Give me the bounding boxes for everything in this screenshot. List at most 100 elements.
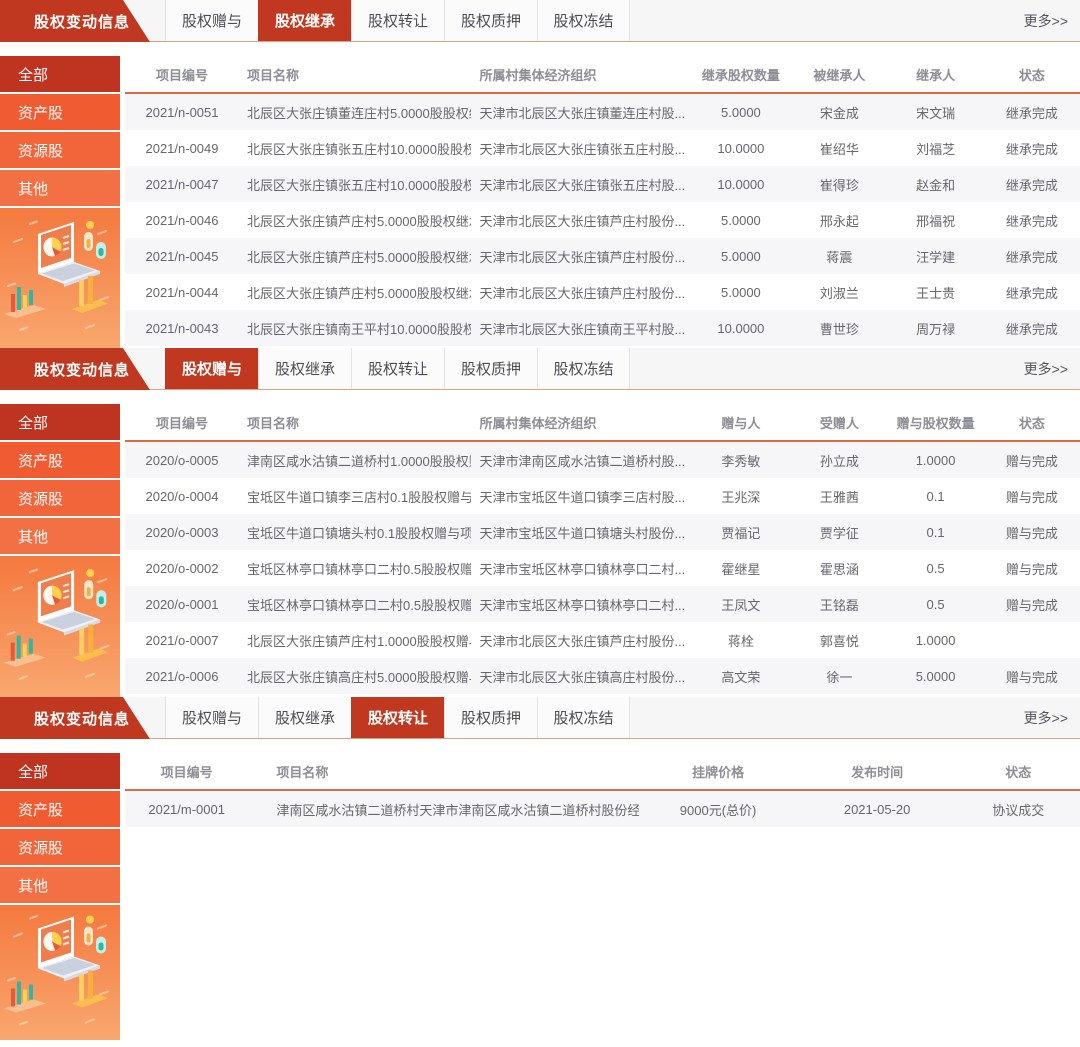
table-cell: 周万禄: [887, 310, 983, 346]
column-header: 项目名称: [239, 404, 471, 441]
column-header: 赠与人: [691, 404, 792, 441]
tab-bar: 股权赠与股权继承股权转让股权质押股权冻结: [165, 0, 630, 41]
tab-股权质押[interactable]: 股权质押: [444, 348, 537, 389]
table-cell: 0.1: [887, 478, 983, 514]
table-cell: 赠与完成: [984, 550, 1080, 586]
table-cell: 2020/o-0001: [125, 586, 239, 622]
table-cell: 霍思涵: [791, 550, 887, 586]
table-cell: 天津市宝坻区林亭口镇林亭口二村...: [471, 550, 690, 586]
table-cell: 2021/m-0001: [125, 790, 248, 827]
section-title-text: 股权变动信息: [34, 359, 130, 380]
laptop-chart-illustration: [0, 208, 120, 348]
sidebar-item-资源股[interactable]: 资源股: [0, 829, 120, 865]
table-row[interactable]: 2021/m-0001津南区咸水沽镇二道桥村天津市津南区咸水沽镇二道桥村股份经.…: [125, 790, 1080, 827]
table-row[interactable]: 2020/o-0002宝坻区林亭口镇林亭口二村0.5股股权赠与...天津市宝坻区…: [125, 550, 1080, 586]
sidebar-item-资产股[interactable]: 资产股: [0, 791, 120, 827]
table-cell: [984, 622, 1080, 658]
table-row[interactable]: 2021/o-0006北辰区大张庄镇高庄村5.0000股股权赠与...天津市北辰…: [125, 658, 1080, 694]
table-row[interactable]: 2021/n-0047北辰区大张庄镇张五庄村10.0000股股权继...天津市北…: [125, 166, 1080, 202]
table-cell: 高文荣: [691, 658, 792, 694]
table-cell: 北辰区大张庄镇芦庄村5.0000股股权继承...: [239, 274, 471, 310]
table-cell: 天津市津南区咸水沽镇二道桥村股...: [471, 441, 690, 478]
table-cell: 霍继星: [691, 550, 792, 586]
table-row[interactable]: 2020/o-0005津南区咸水沽镇二道桥村1.0000股股权赠...天津市津南…: [125, 441, 1080, 478]
tab-股权转让[interactable]: 股权转让: [351, 697, 444, 738]
sidebar-item-全部[interactable]: 全部: [0, 56, 120, 92]
column-header: 挂牌价格: [639, 753, 798, 790]
table-cell: 崔绍华: [791, 130, 887, 166]
more-link[interactable]: 更多>>: [1024, 708, 1068, 728]
table-cell: 赵金和: [887, 166, 983, 202]
mini-bar-chart: [4, 636, 46, 667]
tab-股权冻结[interactable]: 股权冻结: [537, 348, 630, 389]
table-row[interactable]: 2020/o-0001宝坻区林亭口镇林亭口二村0.5股股权赠与...天津市宝坻区…: [125, 586, 1080, 622]
column-header: 赠与股权数量: [887, 404, 983, 441]
table-cell: 天津市宝坻区林亭口镇林亭口二村...: [471, 586, 690, 622]
sidebar-item-其他[interactable]: 其他: [0, 170, 120, 206]
table-row[interactable]: 2021/n-0043北辰区大张庄镇南王平村10.0000股股权继...天津市北…: [125, 310, 1080, 346]
table-cell: 宝坻区林亭口镇林亭口二村0.5股股权赠与...: [239, 550, 471, 586]
table-cell: 北辰区大张庄镇高庄村5.0000股股权赠与...: [239, 658, 471, 694]
more-link[interactable]: 更多>>: [1024, 11, 1068, 31]
table-cell: 蒋栓: [691, 622, 792, 658]
more-link[interactable]: 更多>>: [1024, 359, 1068, 379]
table-cell: 天津市北辰区大张庄镇张五庄村股...: [471, 130, 690, 166]
table-cell: 宝坻区牛道口镇塘头村0.1股股权赠与项目: [239, 514, 471, 550]
table-cell: 宋金成: [791, 93, 887, 130]
table-cell: 2020/o-0003: [125, 514, 239, 550]
tab-股权转让[interactable]: 股权转让: [351, 0, 444, 41]
sidebar-item-资产股[interactable]: 资产股: [0, 94, 120, 130]
laptop-chart-illustration-svg: [0, 556, 120, 697]
table-row[interactable]: 2021/n-0051北辰区大张庄镇董连庄村5.0000股股权继...天津市北辰…: [125, 93, 1080, 130]
section-title-text: 股权变动信息: [34, 708, 130, 729]
section-gift: 股权变动信息 股权赠与股权继承股权转让股权质押股权冻结 更多>> 全部资产股资源…: [0, 348, 1080, 697]
sidebar-item-其他[interactable]: 其他: [0, 518, 120, 554]
tab-股权继承[interactable]: 股权继承: [258, 697, 351, 738]
equity-change-page: 股权变动信息 股权赠与股权继承股权转让股权质押股权冻结 更多>> 全部资产股资源…: [0, 0, 1080, 1047]
table-cell: 继承完成: [984, 166, 1080, 202]
section-header-bar: 股权变动信息 股权赠与股权继承股权转让股权质押股权冻结 更多>>: [0, 697, 1080, 739]
table-cell: 北辰区大张庄镇张五庄村10.0000股股权继...: [239, 166, 471, 202]
tab-股权赠与[interactable]: 股权赠与: [165, 0, 258, 41]
table-cell: 宝坻区牛道口镇李三店村0.1股股权赠与项目: [239, 478, 471, 514]
tab-股权赠与[interactable]: 股权赠与: [165, 348, 258, 389]
column-header: 项目名称: [248, 753, 638, 790]
tab-股权质押[interactable]: 股权质押: [444, 0, 537, 41]
column-header: 被继承人: [791, 56, 887, 93]
column-header: 继承人: [887, 56, 983, 93]
tab-股权冻结[interactable]: 股权冻结: [537, 697, 630, 738]
table-cell: 2021/o-0007: [125, 622, 239, 658]
section-title: 股权变动信息: [0, 348, 150, 390]
table-cell: 2021-05-20: [798, 790, 957, 827]
table-cell: 北辰区大张庄镇芦庄村5.0000股股权继承...: [239, 238, 471, 274]
tab-股权质押[interactable]: 股权质押: [444, 697, 537, 738]
records-table: 项目编号项目名称所属村集体经济组织继承股权数量被继承人继承人状态 2021/n-…: [125, 56, 1080, 346]
tab-bar: 股权赠与股权继承股权转让股权质押股权冻结: [165, 348, 630, 389]
sidebar-item-资源股[interactable]: 资源股: [0, 480, 120, 516]
table-row[interactable]: 2020/o-0003宝坻区牛道口镇塘头村0.1股股权赠与项目天津市宝坻区牛道口…: [125, 514, 1080, 550]
table-row[interactable]: 2020/o-0004宝坻区牛道口镇李三店村0.1股股权赠与项目天津市宝坻区牛道…: [125, 478, 1080, 514]
sidebar-item-其他[interactable]: 其他: [0, 867, 120, 903]
table-cell: 宋文瑞: [887, 93, 983, 130]
table-row[interactable]: 2021/n-0044北辰区大张庄镇芦庄村5.0000股股权继承...天津市北辰…: [125, 274, 1080, 310]
table-cell: 津南区咸水沽镇二道桥村1.0000股股权赠...: [239, 441, 471, 478]
table-row[interactable]: 2021/o-0007北辰区大张庄镇芦庄村1.0000股股权赠与...天津市北辰…: [125, 622, 1080, 658]
table-header-row: 项目编号项目名称挂牌价格发布时间状态: [125, 753, 1080, 790]
table-row[interactable]: 2021/n-0045北辰区大张庄镇芦庄村5.0000股股权继承...天津市北辰…: [125, 238, 1080, 274]
tab-股权转让[interactable]: 股权转让: [351, 348, 444, 389]
records-table-wrap: 项目编号项目名称所属村集体经济组织赠与人受赠人赠与股权数量状态 2020/o-0…: [125, 404, 1080, 697]
table-row[interactable]: 2021/n-0046北辰区大张庄镇芦庄村5.0000股股权继承...天津市北辰…: [125, 202, 1080, 238]
sidebar-item-资源股[interactable]: 资源股: [0, 132, 120, 168]
tab-股权冻结[interactable]: 股权冻结: [537, 0, 630, 41]
laptop-chart-illustration-svg: [0, 208, 120, 348]
tab-股权赠与[interactable]: 股权赠与: [165, 697, 258, 738]
table-cell: 津南区咸水沽镇二道桥村天津市津南区咸水沽镇二道桥村股份经...: [248, 790, 638, 827]
sidebar-item-全部[interactable]: 全部: [0, 753, 120, 789]
tab-股权继承[interactable]: 股权继承: [258, 348, 351, 389]
table-header-row: 项目编号项目名称所属村集体经济组织赠与人受赠人赠与股权数量状态: [125, 404, 1080, 441]
tab-股权继承[interactable]: 股权继承: [258, 0, 351, 41]
table-cell: 王铭磊: [791, 586, 887, 622]
sidebar-item-资产股[interactable]: 资产股: [0, 442, 120, 478]
sidebar-item-全部[interactable]: 全部: [0, 404, 120, 440]
table-row[interactable]: 2021/n-0049北辰区大张庄镇张五庄村10.0000股股权继...天津市北…: [125, 130, 1080, 166]
